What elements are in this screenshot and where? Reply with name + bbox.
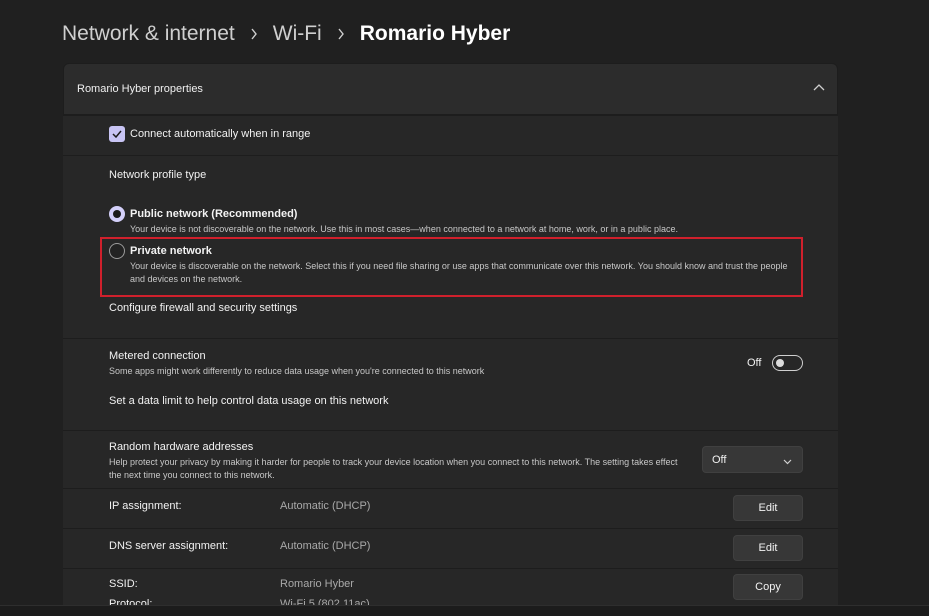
ip-assignment-row: IP assignment: Automatic (DHCP) Edit — [63, 488, 838, 528]
connect-auto-row: Connect automatically when in range — [63, 115, 838, 155]
properties-title: Romario Hyber properties — [77, 83, 203, 95]
breadcrumb-network-internet[interactable]: Network & internet — [62, 22, 235, 46]
ip-assignment-label: IP assignment: — [109, 500, 182, 512]
metered-connection-description: Some apps might work differently to redu… — [109, 366, 485, 376]
chevron-right-icon — [337, 28, 345, 40]
highlight-box — [100, 237, 803, 297]
ssid-label: SSID: — [109, 578, 138, 590]
random-hardware-description: Help protect your privacy by making it h… — [109, 457, 678, 480]
dns-edit-button[interactable]: Edit — [733, 535, 803, 561]
configure-firewall-link[interactable]: Configure firewall and security settings — [109, 302, 297, 314]
breadcrumb-wifi[interactable]: Wi-Fi — [273, 22, 322, 46]
set-data-limit-link[interactable]: Set a data limit to help control data us… — [109, 395, 388, 407]
connect-auto-label: Connect automatically when in range — [130, 128, 311, 140]
ip-assignment-value: Automatic (DHCP) — [280, 500, 371, 512]
chevron-right-icon — [250, 28, 258, 40]
dns-assignment-value: Automatic (DHCP) — [280, 540, 371, 552]
chevron-down-icon — [783, 456, 792, 468]
dns-assignment-row: DNS server assignment: Automatic (DHCP) … — [63, 528, 838, 568]
public-network-description: Your device is not discoverable on the n… — [130, 224, 678, 234]
random-hardware-select[interactable]: Off — [702, 446, 803, 473]
network-profile-heading: Network profile type — [109, 169, 207, 181]
metered-connection-title: Metered connection — [109, 350, 206, 362]
dns-assignment-label: DNS server assignment: — [109, 540, 229, 552]
random-hardware-title: Random hardware addresses — [109, 441, 254, 453]
breadcrumb: Network & internet Wi-Fi Romario Hyber — [62, 18, 510, 50]
connect-auto-checkbox[interactable] — [109, 126, 125, 142]
checkmark-icon — [112, 130, 122, 138]
metered-connection-section: Metered connection Some apps might work … — [63, 338, 838, 430]
taskbar — [0, 605, 929, 616]
chevron-up-icon[interactable] — [813, 82, 825, 94]
copy-button[interactable]: Copy — [733, 574, 803, 600]
public-network-radio[interactable] — [109, 206, 125, 222]
properties-header[interactable]: Romario Hyber properties — [63, 63, 838, 115]
public-network-label[interactable]: Public network (Recommended) — [130, 208, 297, 220]
random-hardware-row: Random hardware addresses Help protect y… — [63, 430, 838, 488]
page-title: Romario Hyber — [359, 22, 511, 45]
ip-edit-button[interactable]: Edit — [733, 495, 803, 521]
metered-toggle-state: Off — [747, 357, 762, 369]
metered-connection-toggle[interactable] — [772, 355, 803, 371]
ssid-value: Romario Hyber — [280, 578, 354, 590]
random-hardware-selected: Off — [712, 453, 727, 466]
